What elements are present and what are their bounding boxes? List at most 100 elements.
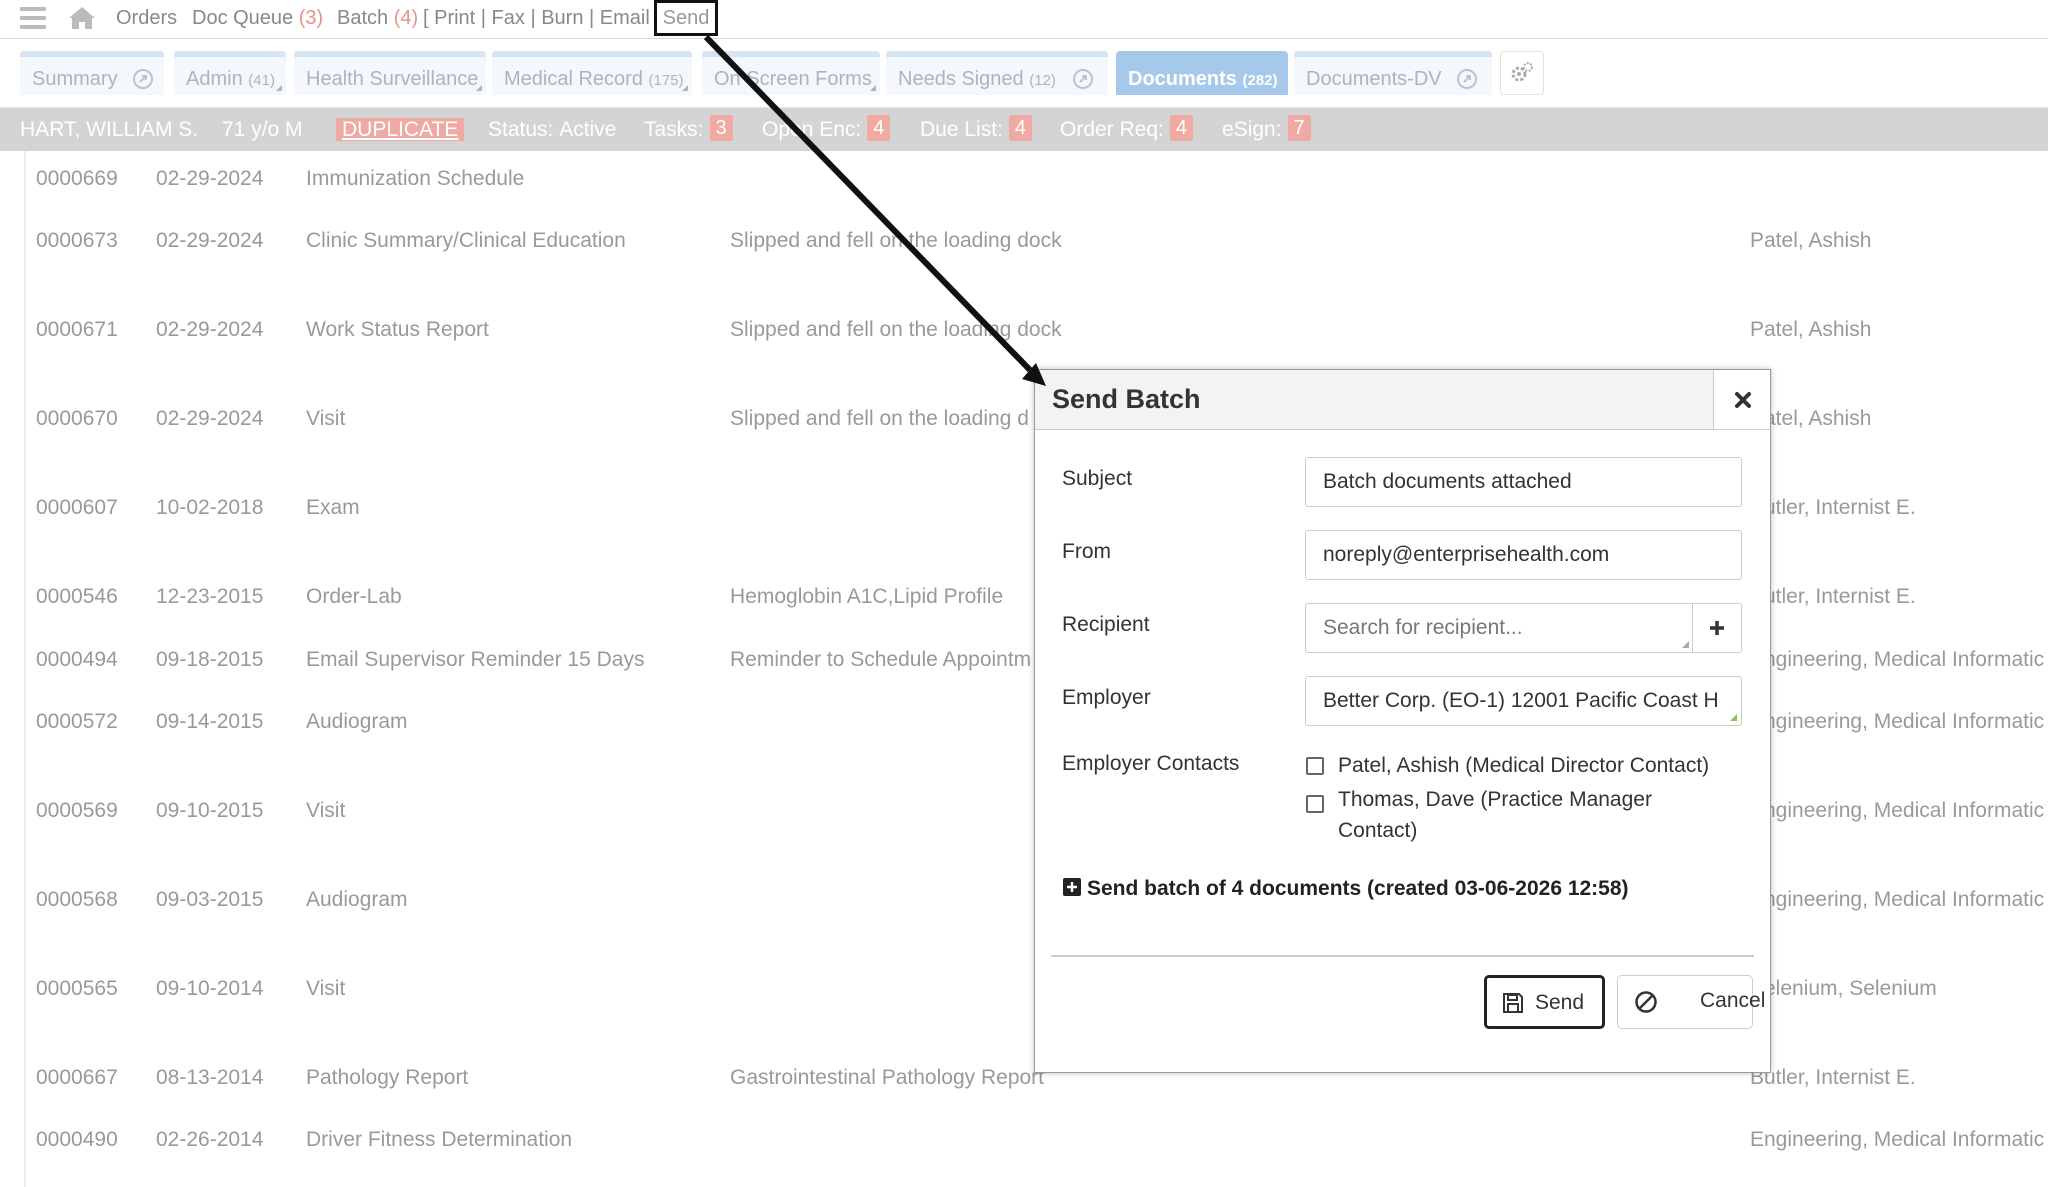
tab-summary-label: Summary <box>32 68 118 90</box>
duplicate-label: DUPLICATE <box>336 118 465 141</box>
dropdown-corner-icon <box>476 85 482 91</box>
doc-description: Slipped and fell on the loading dock <box>730 318 1062 341</box>
tab-admin[interactable]: Admin (41) <box>174 51 286 95</box>
doc-type: Driver Fitness Determination <box>306 1128 573 1151</box>
doc-provider: Engineering, Medical Informatic <box>1750 1128 2045 1151</box>
nav-doc-queue[interactable]: Doc Queue (3) <box>192 0 323 38</box>
tab-health-surveillance-label: Health Surveillance <box>306 68 479 90</box>
doc-provider: Patel, Ashish <box>1750 229 1872 252</box>
nav-orders[interactable]: Orders <box>116 0 177 38</box>
hamburger-icon[interactable] <box>20 7 46 29</box>
doc-id: 0000671 <box>36 318 118 341</box>
add-recipient-button[interactable] <box>1692 603 1742 653</box>
tab-medical-record[interactable]: Medical Record (175) <box>492 51 692 95</box>
doc-id: 0000673 <box>36 229 118 252</box>
tab-documents-dv-label: Documents-DV <box>1306 68 1442 90</box>
subject-label: Subject <box>1062 467 1133 490</box>
tab-summary[interactable]: Summary <box>20 51 164 95</box>
dialog-header: Send Batch <box>1035 370 1770 430</box>
send-batch-dialog: Send Batch Subject Batch documents attac… <box>1034 369 1771 1073</box>
recipient-search-input[interactable]: Search for recipient... <box>1305 603 1694 653</box>
doc-date: 08-13-2014 <box>156 1066 264 1089</box>
from-input[interactable]: noreply@enterprisehealth.com <box>1305 530 1742 580</box>
tab-documents-count: (282) <box>1242 72 1278 89</box>
doc-type: Order-Lab <box>306 585 402 608</box>
send-button-label: Send <box>1535 991 1585 1014</box>
duplicate-badge[interactable]: DUPLICATE <box>336 108 465 151</box>
doc-description: Hemoglobin A1C,Lipid Profile <box>730 585 1004 608</box>
doc-provider: Patel, Ashish <box>1750 318 1872 341</box>
subject-input[interactable]: Batch documents attached <box>1305 457 1742 507</box>
doc-id: 0000568 <box>36 888 118 911</box>
due-list-indicator[interactable]: Due List: 4 <box>920 108 1032 151</box>
plus-square-icon <box>1063 878 1081 897</box>
doc-type: Pathology Report <box>306 1066 469 1089</box>
doc-id: 0000670 <box>36 407 118 430</box>
from-label: From <box>1062 540 1111 563</box>
tab-needs-signed-label: Needs Signed <box>898 68 1024 90</box>
top-nav: Orders Doc Queue (3) Batch (4) [ Print |… <box>0 0 2048 39</box>
doc-provider: Butler, Internist E. <box>1750 585 1916 608</box>
tasks-indicator[interactable]: Tasks: 3 <box>644 108 733 151</box>
tab-medical-record-label: Medical Record <box>504 68 643 90</box>
esign-indicator[interactable]: eSign: 7 <box>1222 108 1311 151</box>
home-icon[interactable] <box>68 5 96 31</box>
contact-checkbox-patel[interactable] <box>1306 757 1324 775</box>
contact-checkbox-thomas[interactable] <box>1306 795 1324 813</box>
doc-date: 10-02-2018 <box>156 496 264 519</box>
contact-label-thomas-line1: Thomas, Dave (Practice Manager <box>1338 788 1652 811</box>
nav-doc-queue-count: (3) <box>298 7 324 29</box>
doc-type: Audiogram <box>306 710 408 733</box>
external-link-icon[interactable] <box>1072 68 1094 90</box>
doc-id: 0000607 <box>36 496 118 519</box>
contact-label-patel[interactable]: Patel, Ashish (Medical Director Contact) <box>1338 750 1709 781</box>
doc-id: 0000565 <box>36 977 118 1000</box>
tab-health-surveillance[interactable]: Health Surveillance <box>294 51 486 95</box>
tasks-label: Tasks: <box>644 118 704 141</box>
tab-bar: Summary Admin (41) Health Surveillance M… <box>0 39 2048 108</box>
batch-summary-text: Send batch of 4 documents (created 03-06… <box>1087 877 1629 900</box>
order-req-indicator[interactable]: Order Req: 4 <box>1060 108 1193 151</box>
nav-batch[interactable]: Batch (4) <box>337 0 418 38</box>
tab-documents[interactable]: Documents (282) <box>1116 51 1288 95</box>
send-button[interactable]: Send <box>1484 975 1605 1029</box>
doc-type: Clinic Summary/Clinical Education <box>306 229 626 252</box>
tab-needs-signed[interactable]: Needs Signed (12) <box>886 51 1108 95</box>
employer-select[interactable]: Better Corp. (EO-1) 12001 Pacific Coast … <box>1305 676 1742 726</box>
close-button[interactable] <box>1713 370 1770 429</box>
external-link-icon[interactable] <box>132 68 154 90</box>
tab-on-screen-forms[interactable]: On Screen Forms <box>702 51 880 95</box>
doc-date: 09-14-2015 <box>156 710 264 733</box>
esign-badge: 7 <box>1287 115 1311 142</box>
doc-type: Visit <box>306 977 346 1000</box>
open-enc-label: Open Enc: <box>762 118 862 141</box>
nav-send-link[interactable]: Send <box>654 0 718 36</box>
recipient-label: Recipient <box>1062 613 1150 636</box>
batch-summary-toggle[interactable]: Send batch of 4 documents (created 03-06… <box>1063 877 1629 901</box>
doc-id: 0000569 <box>36 799 118 822</box>
doc-type: Exam <box>306 496 360 519</box>
doc-id: 0000667 <box>36 1066 118 1089</box>
tab-documents-dv[interactable]: Documents-DV <box>1294 51 1492 95</box>
doc-date: 02-29-2024 <box>156 229 264 252</box>
nav-batch-actions[interactable]: [ Print | Fax | Burn | Email <box>423 0 650 38</box>
doc-description: Slipped and fell on the loading d <box>730 407 1029 430</box>
tab-medical-record-count: (175) <box>648 72 684 89</box>
tab-settings-button[interactable] <box>1500 51 1544 95</box>
doc-date: 02-29-2024 <box>156 167 264 190</box>
external-link-icon[interactable] <box>1456 68 1478 90</box>
due-list-badge: 4 <box>1008 115 1032 142</box>
doc-type: Visit <box>306 407 346 430</box>
employer-label: Employer <box>1062 686 1151 709</box>
patient-name: HART, WILLIAM S. <box>20 118 199 141</box>
doc-id: 0000546 <box>36 585 118 608</box>
recipient-placeholder: Search for recipient... <box>1323 616 1523 639</box>
doc-provider: Engineering, Medical Informatic <box>1750 710 2045 733</box>
status-label: Status: <box>488 118 554 141</box>
nav-doc-queue-label: Doc Queue <box>192 7 294 29</box>
contact-label-thomas[interactable]: Thomas, Dave (Practice Manager Contact) <box>1338 784 1652 846</box>
cancel-button[interactable]: Cancel <box>1617 975 1765 1029</box>
open-enc-indicator[interactable]: Open Enc: 4 <box>762 108 891 151</box>
tasks-badge: 3 <box>709 115 733 142</box>
patient-age-sex: 71 y/o M <box>222 118 303 141</box>
